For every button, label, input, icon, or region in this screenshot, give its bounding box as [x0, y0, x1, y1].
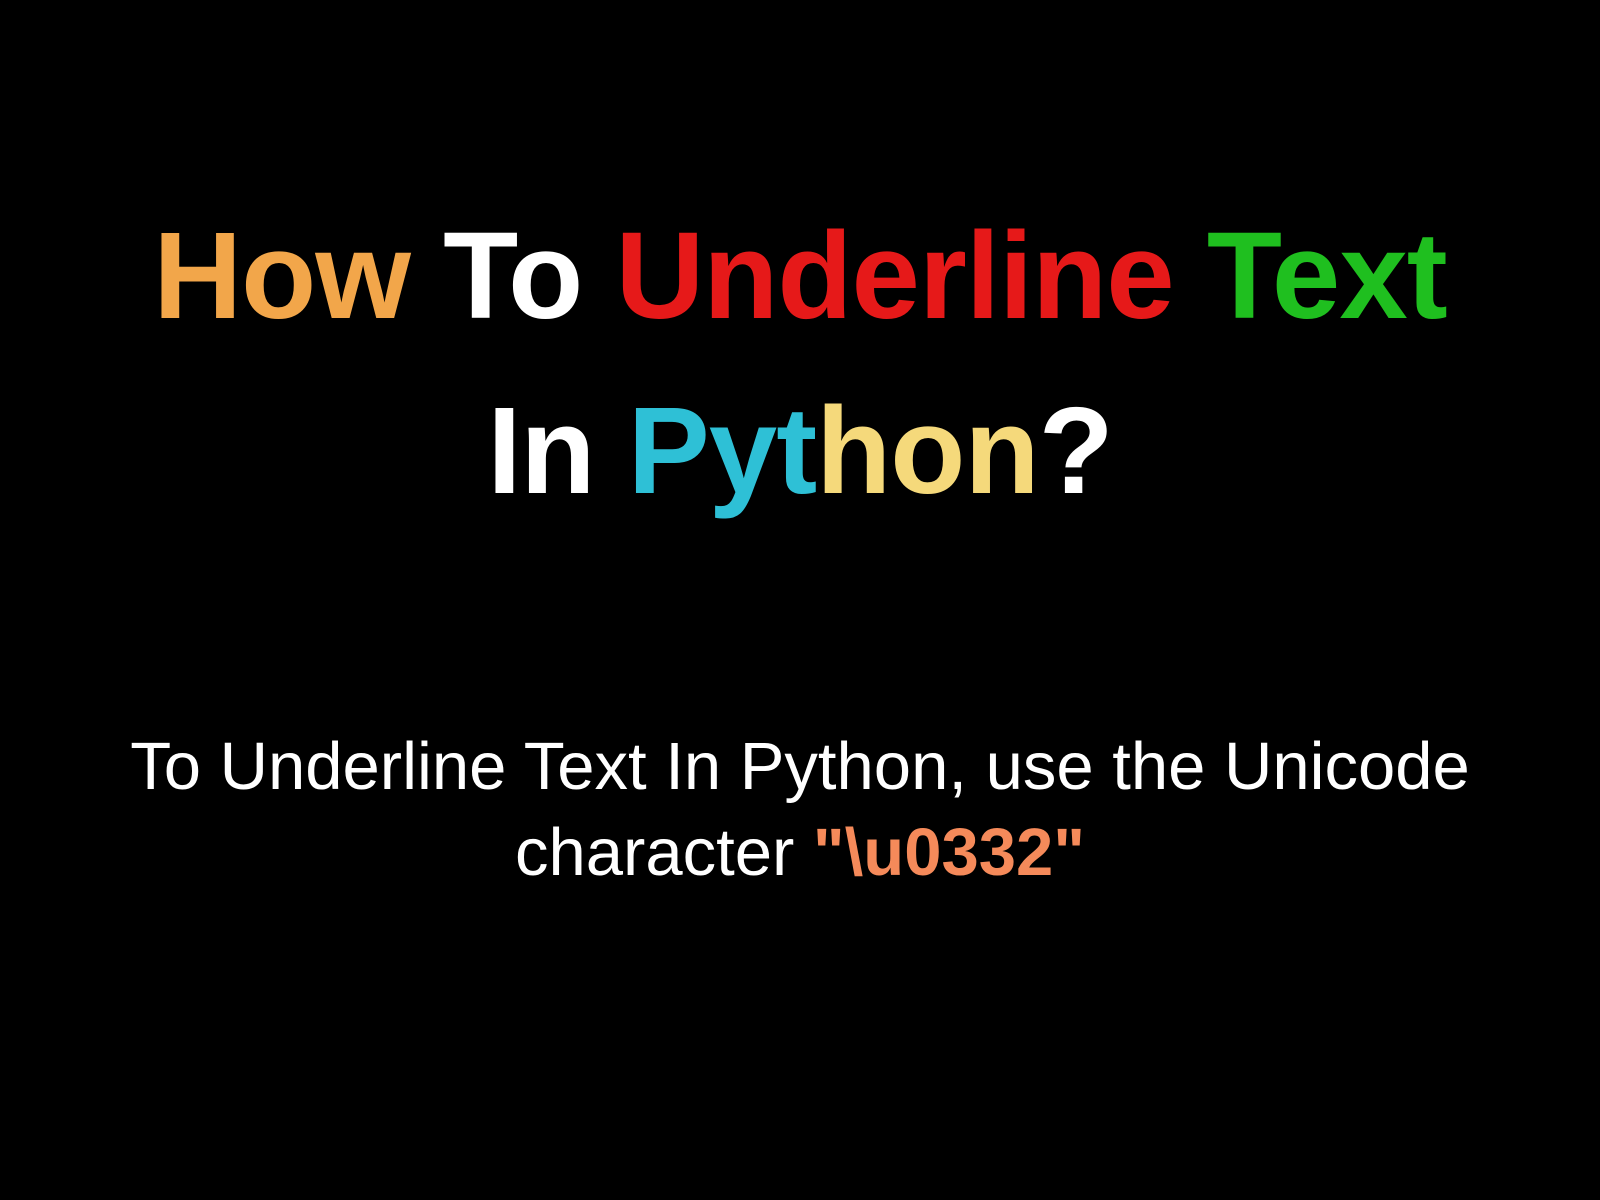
title-word-to: To [443, 208, 582, 345]
title-word-text: Text [1207, 208, 1447, 345]
title-word-underline: Underline [615, 208, 1173, 345]
subtitle-plain-text: To Underline Text In Python, use the Uni… [130, 729, 1470, 890]
title-question-mark: ? [1039, 383, 1113, 520]
subtitle-code: "\u0332" [813, 815, 1085, 890]
python-part-1: Pyt [628, 383, 816, 520]
main-title: How To Underline Text In Python? [113, 190, 1486, 539]
python-part-2: hon [816, 383, 1038, 520]
title-word-python: Python [628, 383, 1039, 520]
title-word-in: In [487, 383, 594, 520]
title-word-how: How [153, 208, 410, 345]
subtitle: To Underline Text In Python, use the Uni… [0, 724, 1600, 896]
